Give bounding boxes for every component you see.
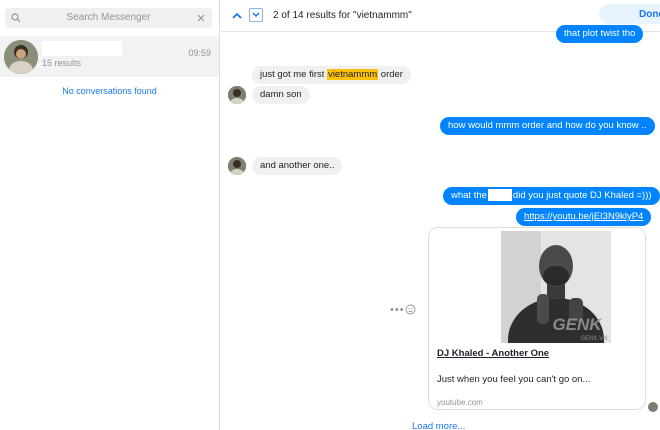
done-button[interactable]: Done	[599, 4, 660, 24]
search-box[interactable]: Search Messenger	[5, 8, 212, 28]
message-incoming[interactable]: and another one..	[252, 157, 343, 175]
search-input[interactable]: Search Messenger	[5, 12, 212, 23]
message-outgoing[interactable]: https://youtu.be/jEI3N9klyP4	[516, 208, 652, 226]
avatar	[228, 157, 246, 175]
chevron-down-icon	[252, 12, 260, 18]
no-conversations-text: No conversations found	[62, 86, 157, 96]
redacted-word	[487, 189, 512, 202]
message-text: damn son	[260, 89, 302, 100]
message-link[interactable]: https://youtu.be/jEI3N9klyP4	[524, 211, 643, 222]
conversation-name-redacted	[42, 41, 122, 56]
conversation-time: 09:59	[188, 48, 211, 58]
message-outgoing[interactable]: how would mmm order and how do you know …	[440, 117, 655, 135]
message-text: how would mmm order and how do you know …	[448, 120, 647, 131]
done-label: Done	[639, 9, 660, 20]
message-text: just got me first	[260, 69, 328, 80]
card-domain: youtube.com	[437, 398, 483, 407]
seen-avatar	[648, 402, 658, 412]
message-incoming[interactable]: damn son	[252, 86, 310, 104]
watermark-subtext: GENK.VN	[580, 336, 607, 342]
watermark-text: GENK	[552, 315, 603, 334]
reaction-icon[interactable]	[405, 304, 416, 315]
link-preview-card[interactable]: GENK GENK.VN DJ Khaled - Another One Jus…	[428, 227, 646, 410]
search-highlight: vietnammm	[327, 69, 379, 80]
clear-search-icon[interactable]	[195, 12, 207, 24]
more-actions-icon[interactable]: •••	[390, 304, 405, 316]
message-incoming[interactable]: just got me first vietnammm order	[252, 66, 411, 84]
next-result-button[interactable]	[249, 8, 263, 22]
message-text: order	[378, 69, 403, 80]
video-thumbnail[interactable]: GENK GENK.VN	[429, 228, 645, 382]
avatar	[228, 86, 246, 104]
conversation-item[interactable]: 15 results 09:59	[0, 36, 219, 77]
previous-result-icon[interactable]	[230, 9, 244, 23]
message-outgoing[interactable]: what the did you just quote DJ Khaled =))…	[443, 187, 660, 205]
avatar	[4, 40, 38, 74]
message-text: that plot twist tho	[564, 28, 636, 39]
conversation-sidebar: Search Messenger 15 results 09:59 No con…	[0, 0, 220, 430]
conversation-results: 15 results	[42, 58, 82, 68]
message-outgoing[interactable]: that plot twist tho	[556, 25, 644, 43]
result-count: 2 of 14 results for "vietnammm"	[273, 10, 412, 21]
card-title[interactable]: DJ Khaled - Another One	[437, 348, 549, 359]
message-text: did you just quote DJ Khaled =)))	[512, 190, 652, 201]
load-more-link[interactable]: Load more...	[412, 421, 465, 430]
message-text: what the	[451, 190, 487, 201]
card-description: Just when you feel you can't go on...	[437, 374, 591, 385]
message-text: and another one..	[260, 160, 335, 171]
